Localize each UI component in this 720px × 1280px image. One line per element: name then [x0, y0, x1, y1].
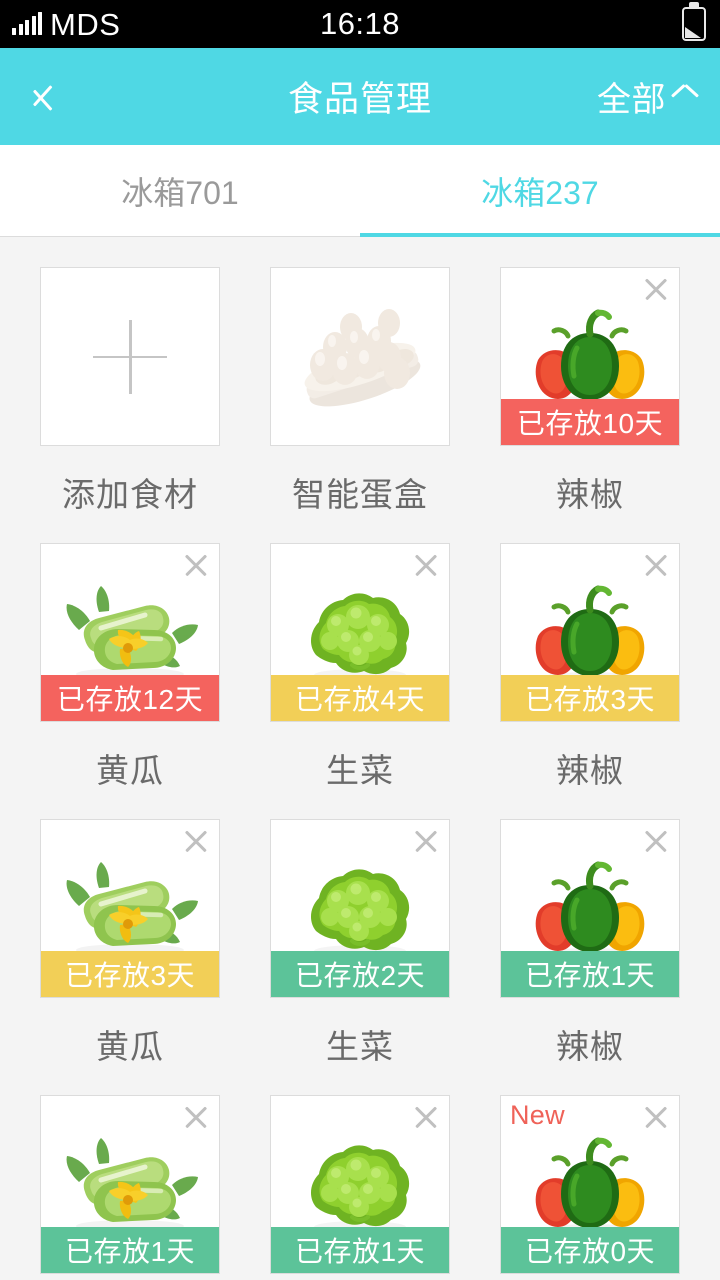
tab-fridge-701[interactable]: 冰箱701 [0, 145, 360, 236]
food-card[interactable]: 已存放1天 [500, 819, 680, 998]
food-name-label: 生菜 [326, 1028, 394, 1065]
food-card[interactable] [270, 267, 450, 446]
storage-days-badge: 已存放0天 [501, 1227, 679, 1273]
food-cell: New 已存放0天 [500, 1095, 680, 1280]
storage-days-badge: 已存放3天 [41, 951, 219, 997]
chevron-up-icon [672, 87, 698, 107]
food-name-label: 黄瓜 [96, 1028, 164, 1065]
filter-all-label: 全部 [597, 81, 666, 119]
food-card[interactable]: 已存放10天 [500, 267, 680, 446]
food-name-label: 辣椒 [556, 752, 624, 789]
food-card[interactable]: New 已存放0天 [500, 1095, 680, 1274]
food-cell: 智能蛋盒 [270, 267, 450, 543]
food-cell: 已存放10天辣椒 [500, 267, 680, 543]
food-name-label [500, 1274, 680, 1280]
close-icon[interactable] [181, 1102, 211, 1132]
close-icon[interactable] [411, 826, 441, 856]
food-name-label: 辣椒 [556, 1028, 624, 1065]
close-icon[interactable] [641, 1102, 671, 1132]
food-card[interactable]: 已存放4天 [270, 543, 450, 722]
storage-days-badge: 已存放3天 [501, 675, 679, 721]
food-cell: 已存放1天辣椒 [500, 819, 680, 1095]
app-header: 食品管理 全部 [0, 48, 720, 145]
app-screen: MDS 16:18 食品管理 全部 冰箱701 冰箱237 添加食材 智能蛋盒 … [0, 0, 720, 1280]
storage-days-badge: 已存放1天 [41, 1227, 219, 1273]
storage-days-badge: 已存放10天 [501, 399, 679, 445]
close-icon[interactable] [411, 550, 441, 580]
food-card[interactable]: 已存放3天 [40, 819, 220, 998]
egg-tray-icon [271, 268, 449, 445]
food-cell: 已存放1天 [40, 1095, 220, 1280]
food-cell: 已存放12天黄瓜 [40, 543, 220, 819]
food-card[interactable]: 已存放1天 [270, 1095, 450, 1274]
storage-days-badge: 已存放4天 [271, 675, 449, 721]
food-cell: 添加食材 [40, 267, 220, 543]
close-icon[interactable] [641, 550, 671, 580]
food-name-label [270, 1274, 450, 1280]
signal-bars-icon [12, 12, 42, 35]
food-cell: 已存放2天生菜 [270, 819, 450, 1095]
plus-icon [93, 319, 167, 394]
food-cell: 已存放1天 [270, 1095, 450, 1280]
food-card[interactable]: 已存放3天 [500, 543, 680, 722]
food-cell: 已存放3天辣椒 [500, 543, 680, 819]
food-name-label: 添加食材 [62, 476, 198, 513]
food-card[interactable]: 已存放12天 [40, 543, 220, 722]
tab-label: 冰箱701 [121, 174, 239, 211]
food-card[interactable]: 已存放2天 [270, 819, 450, 998]
storage-days-badge: 已存放12天 [41, 675, 219, 721]
close-icon[interactable] [181, 550, 211, 580]
food-grid: 添加食材 智能蛋盒 已存放10天 辣椒 已存放12天 黄瓜 已存放4天 生菜 已… [0, 237, 720, 1280]
storage-days-badge: 已存放2天 [271, 951, 449, 997]
status-bar: MDS 16:18 [0, 0, 720, 48]
close-icon[interactable] [641, 274, 671, 304]
food-name-label: 生菜 [326, 752, 394, 789]
battery-low-icon [682, 7, 706, 41]
food-name-label [40, 1274, 220, 1280]
food-name-label: 辣椒 [556, 476, 624, 513]
tab-label: 冰箱237 [481, 174, 599, 211]
close-icon[interactable] [411, 1102, 441, 1132]
tab-fridge-237[interactable]: 冰箱237 [360, 145, 720, 237]
add-food-card[interactable] [40, 267, 220, 446]
new-flag: New [510, 1100, 565, 1130]
storage-days-badge: 已存放1天 [501, 951, 679, 997]
carrier-label: MDS [50, 6, 121, 42]
back-chevron-icon[interactable] [18, 74, 64, 120]
status-bar-left: MDS [12, 9, 120, 40]
close-icon[interactable] [181, 826, 211, 856]
fridge-tabbar: 冰箱701 冰箱237 [0, 145, 720, 237]
food-cell: 已存放4天生菜 [270, 543, 450, 819]
close-icon[interactable] [641, 826, 671, 856]
storage-days-badge: 已存放1天 [271, 1227, 449, 1273]
food-name-label: 黄瓜 [96, 752, 164, 789]
food-cell: 已存放3天黄瓜 [40, 819, 220, 1095]
food-name-label: 智能蛋盒 [292, 476, 428, 513]
filter-all-button[interactable]: 全部 [597, 72, 698, 121]
food-card[interactable]: 已存放1天 [40, 1095, 220, 1274]
